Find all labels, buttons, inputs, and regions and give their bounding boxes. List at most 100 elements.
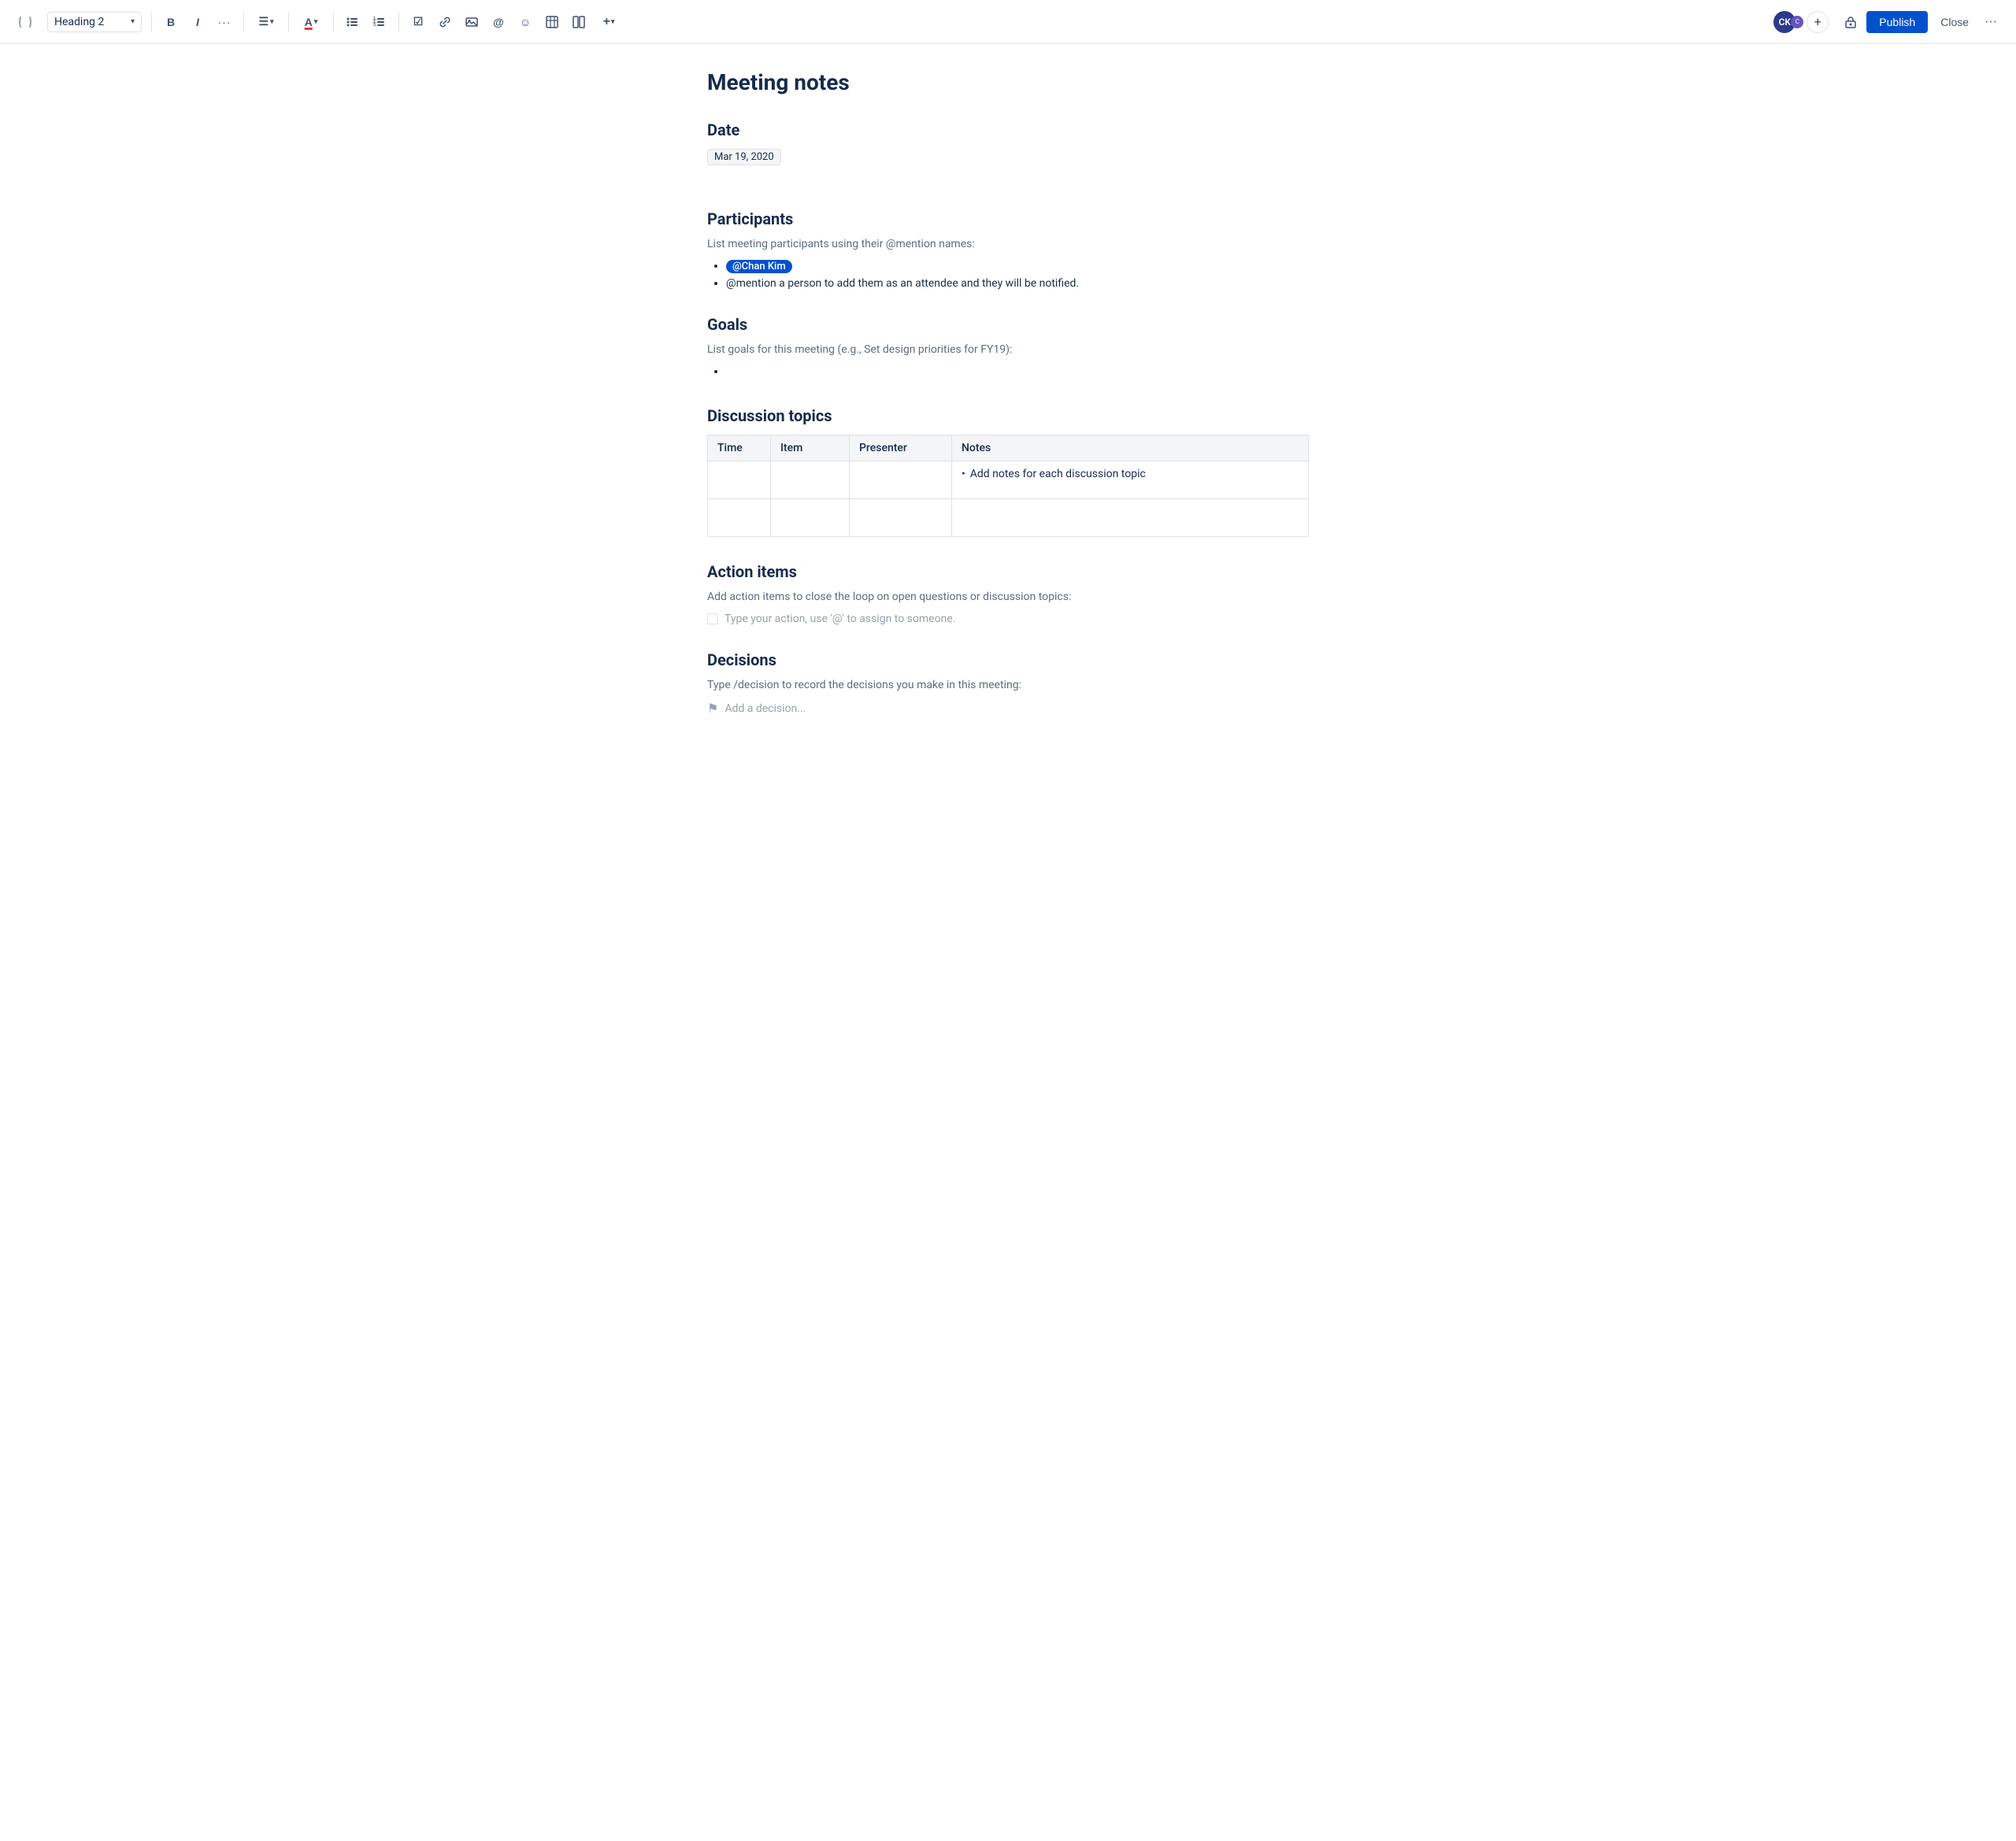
- toolbar: Heading 2 ▾ B I ··· ☰ ▾ A ▾: [0, 0, 2016, 44]
- decision-row: ⚑ Add a decision...: [707, 701, 1309, 716]
- table-cell-time-1[interactable]: [708, 461, 771, 499]
- bold-button[interactable]: B: [158, 9, 183, 35]
- heading-selector-label: Heading 2: [54, 16, 104, 28]
- ordered-list-button[interactable]: 1. 2. 3.: [367, 9, 392, 35]
- heading-selector[interactable]: Heading 2 ▾: [47, 12, 142, 32]
- svg-text:3.: 3.: [373, 23, 377, 28]
- action-items-heading: Action items: [707, 562, 1309, 581]
- ordered-list-icon: 1. 2. 3.: [373, 16, 386, 28]
- date-badge[interactable]: Mar 19, 2020: [707, 149, 781, 165]
- bullet-list-icon: [346, 16, 359, 28]
- table-cell-item-1[interactable]: [771, 461, 850, 499]
- mention-tag[interactable]: @Chan Kim: [726, 260, 792, 273]
- discussion-topics-section: Discussion topics Time Item Presenter No…: [707, 406, 1309, 537]
- participants-section: Participants List meeting participants u…: [707, 209, 1309, 290]
- participants-description: List meeting participants using their @m…: [707, 238, 1309, 250]
- task-button[interactable]: ☑: [406, 9, 431, 35]
- content-area: Meeting notes Date Mar 19, 2020 Particip…: [669, 44, 1347, 804]
- action-checkbox[interactable]: [707, 613, 718, 624]
- more-insert-button[interactable]: + ▾: [593, 9, 624, 35]
- color-chevron-icon: ▾: [314, 17, 318, 26]
- table-cell-notes-2[interactable]: [952, 499, 1309, 537]
- more-format-button[interactable]: ···: [212, 9, 237, 35]
- table-cell-time-2[interactable]: [708, 499, 771, 537]
- toolbar-divider-2: [243, 13, 244, 31]
- image-icon: [465, 16, 478, 28]
- table-cell-notes-1[interactable]: Add notes for each discussion topic: [952, 461, 1309, 499]
- columns-button[interactable]: [566, 9, 591, 35]
- color-group: A ▾: [295, 9, 327, 35]
- avatar-c-badge: C: [1791, 16, 1803, 28]
- close-button[interactable]: Close: [1934, 11, 1975, 33]
- mention-button[interactable]: @: [486, 9, 511, 35]
- page-title[interactable]: Meeting notes: [707, 69, 1309, 95]
- list-item: @mention a person to add them as an atte…: [726, 277, 1309, 290]
- table-header-item: Item: [771, 435, 850, 461]
- columns-icon: [573, 16, 585, 28]
- participants-heading: Participants: [707, 209, 1309, 228]
- table-note-text: Add notes for each discussion topic: [962, 468, 1299, 480]
- discussion-topics-heading: Discussion topics: [707, 406, 1309, 425]
- decision-placeholder-text[interactable]: Add a decision...: [724, 702, 806, 715]
- table-row: [708, 499, 1309, 537]
- link-button[interactable]: [432, 9, 458, 35]
- color-button[interactable]: A ▾: [295, 9, 327, 35]
- chevron-down-icon: ▾: [131, 17, 135, 26]
- decisions-section: Decisions Type /decision to record the d…: [707, 650, 1309, 716]
- goals-description: List goals for this meeting (e.g., Set d…: [707, 343, 1309, 356]
- table-cell-presenter-1[interactable]: [850, 461, 952, 499]
- goals-heading: Goals: [707, 315, 1309, 334]
- lock-button[interactable]: [1838, 9, 1863, 35]
- toolbar-divider-1: [151, 13, 152, 31]
- align-button[interactable]: ☰ ▾: [250, 9, 282, 35]
- insert-group: ☑ @ ☺: [406, 9, 624, 35]
- toolbar-divider-4: [333, 13, 334, 31]
- decisions-description: Type /decision to record the decisions y…: [707, 679, 1309, 691]
- table-cell-item-2[interactable]: [771, 499, 850, 537]
- table-header-notes: Notes: [952, 435, 1309, 461]
- list-item: @Chan Kim: [726, 260, 1309, 272]
- text-format-group: B I ···: [158, 9, 237, 35]
- table-icon: [546, 16, 558, 28]
- action-placeholder-text[interactable]: Type your action, use '@' to assign to s…: [724, 613, 955, 625]
- decision-icon: ⚑: [707, 701, 718, 716]
- publish-button[interactable]: Publish: [1866, 11, 1928, 33]
- table-cell-presenter-2[interactable]: [850, 499, 952, 537]
- table-header-time: Time: [708, 435, 771, 461]
- link-icon: [439, 16, 451, 28]
- lock-icon: [1844, 15, 1858, 29]
- bullet-list-button[interactable]: [340, 9, 365, 35]
- add-collaborator-button[interactable]: +: [1807, 11, 1829, 33]
- align-icon: ☰: [258, 15, 269, 28]
- goals-list: [707, 365, 1309, 381]
- toolbar-divider-5: [398, 13, 399, 31]
- avatar-with-badge: CK C: [1772, 9, 1803, 35]
- align-chevron-icon: ▾: [270, 17, 274, 26]
- table-button[interactable]: [539, 9, 565, 35]
- insert-chevron-icon: ▾: [611, 17, 615, 26]
- align-group: ☰ ▾: [250, 9, 282, 35]
- table-header-row: Time Item Presenter Notes: [708, 435, 1309, 461]
- date-heading: Date: [707, 120, 1309, 139]
- decisions-heading: Decisions: [707, 650, 1309, 669]
- list-group: 1. 2. 3.: [340, 9, 392, 35]
- color-text-icon: A: [305, 16, 313, 28]
- italic-button[interactable]: I: [185, 9, 210, 35]
- discussion-table: Time Item Presenter Notes Add notes for …: [707, 435, 1309, 537]
- action-items-description: Add action items to close the loop on op…: [707, 591, 1309, 603]
- attendee-hint-text: @mention a person to add them as an atte…: [726, 277, 1079, 290]
- list-item[interactable]: [726, 365, 1309, 381]
- action-items-section: Action items Add action items to close t…: [707, 562, 1309, 625]
- table-header-presenter: Presenter: [850, 435, 952, 461]
- avatar-group: CK C +: [1772, 9, 1829, 35]
- image-button[interactable]: [459, 9, 484, 35]
- emoji-button[interactable]: ☺: [513, 9, 538, 35]
- participants-list: @Chan Kim @mention a person to add them …: [707, 260, 1309, 290]
- action-item-row: Type your action, use '@' to assign to s…: [707, 613, 1309, 625]
- goals-section: Goals List goals for this meeting (e.g.,…: [707, 315, 1309, 381]
- table-row: Add notes for each discussion topic: [708, 461, 1309, 499]
- date-section: Date Mar 19, 2020: [707, 120, 1309, 184]
- plus-icon: +: [603, 15, 610, 29]
- app-logo[interactable]: [13, 9, 38, 35]
- more-options-button[interactable]: ···: [1978, 10, 2003, 34]
